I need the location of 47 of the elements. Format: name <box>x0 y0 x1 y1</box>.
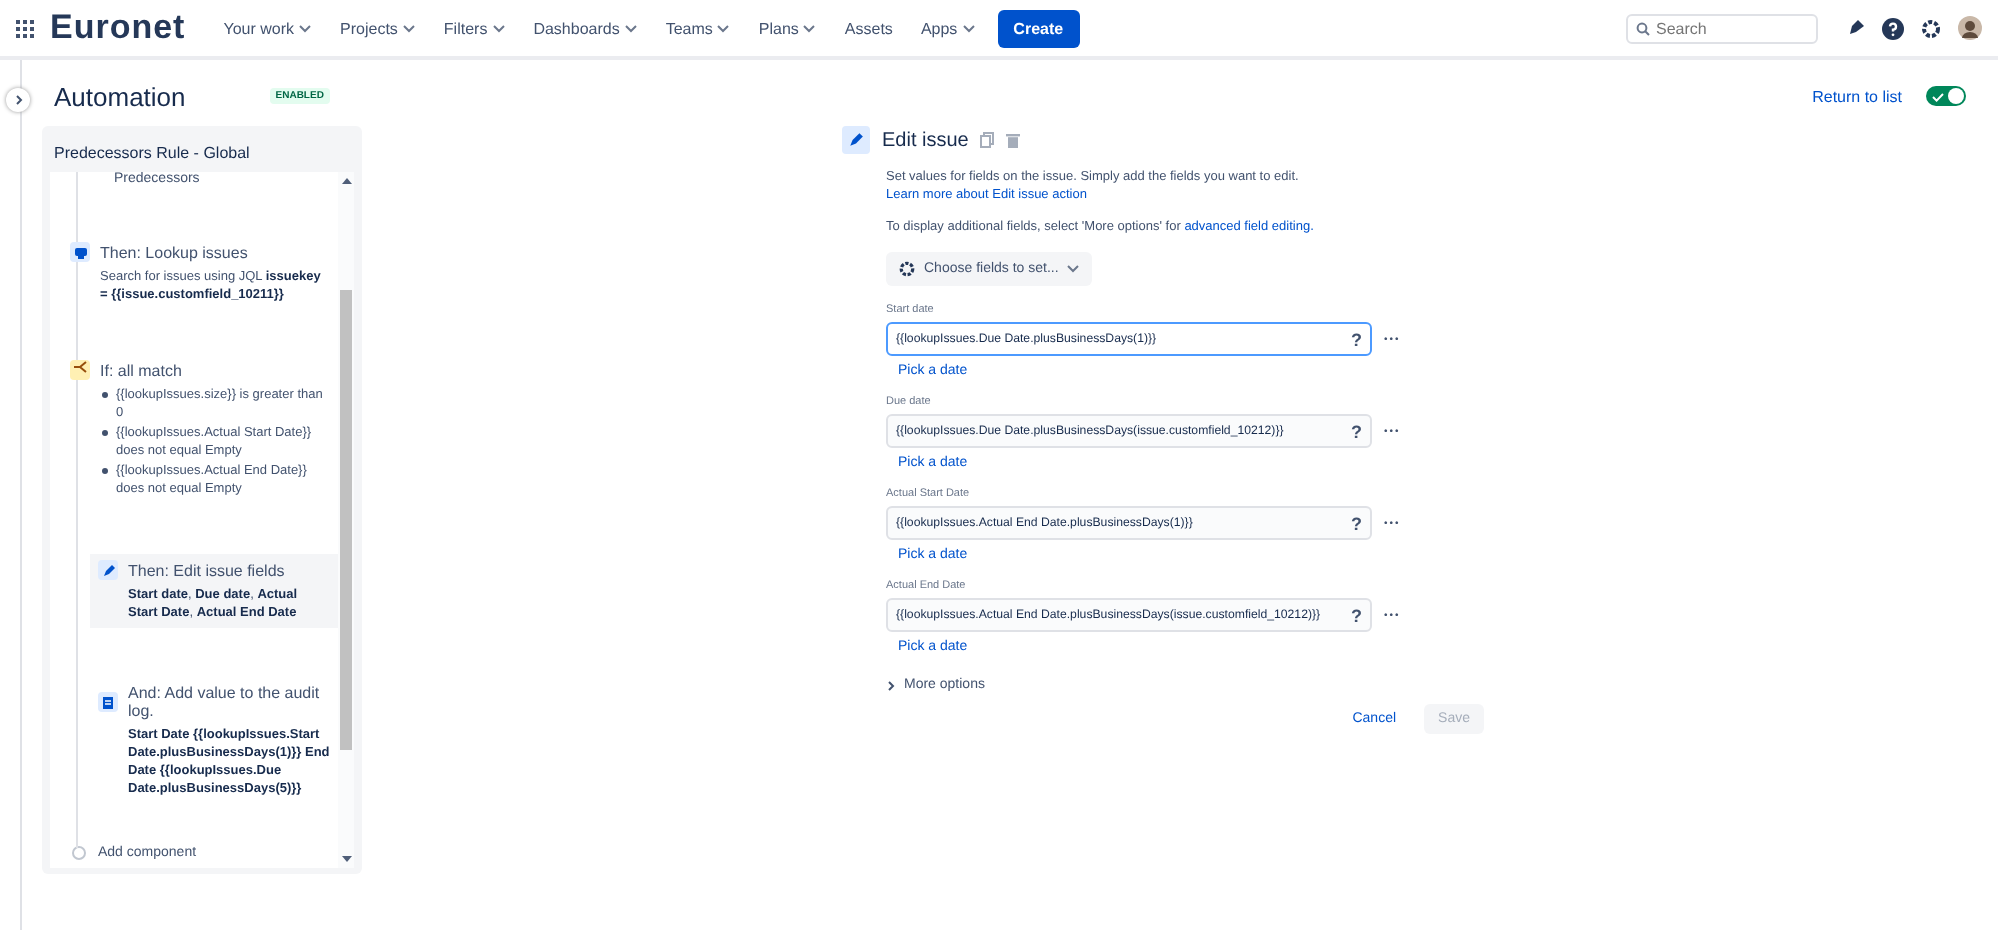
editor-title: Edit issue <box>882 129 969 151</box>
return-link[interactable]: Return to list <box>1812 87 1902 105</box>
component-heading: Then: Edit issue fields <box>128 561 285 579</box>
component-heading: And: Add value to the audit log. <box>128 684 322 720</box>
pencil-icon <box>842 126 870 154</box>
chevron-icon <box>886 679 896 691</box>
help-button[interactable]: ? <box>1351 329 1362 349</box>
branch-icon <box>70 360 90 380</box>
node-icon <box>72 846 86 860</box>
app-grid-icon[interactable] <box>16 19 34 37</box>
scroll-down-icon[interactable] <box>341 856 351 862</box>
settings-icon[interactable] <box>1920 17 1942 39</box>
bullet-icon <box>102 468 108 474</box>
bullet-icon <box>102 430 108 436</box>
enabled-toggle[interactable] <box>1926 86 1966 106</box>
scroll-up-icon[interactable] <box>341 178 351 184</box>
help-button[interactable]: ? <box>1351 421 1362 441</box>
pencil-icon <box>98 560 118 580</box>
nav-menu-item[interactable]: Assets <box>838 15 899 41</box>
page-title: Automation <box>54 81 186 111</box>
bullet-icon <box>102 392 108 398</box>
nav-menu-item[interactable]: Filters <box>437 15 512 41</box>
robot-icon <box>70 242 90 262</box>
settings-icon <box>898 260 916 278</box>
chevron-icon <box>13 94 23 106</box>
document-icon <box>98 692 118 712</box>
avatar[interactable] <box>1958 16 1982 40</box>
nav-menu-item[interactable]: Apps <box>914 15 982 41</box>
create-button[interactable]: Create <box>997 9 1080 47</box>
check-icon <box>1932 91 1944 101</box>
nav-menu-item[interactable]: Plans <box>752 15 823 41</box>
help-button[interactable]: ? <box>1351 513 1362 533</box>
search-field[interactable]: Search <box>1626 13 1818 43</box>
component-heading: Then: Lookup issues <box>100 243 248 261</box>
caret-icon <box>1066 264 1081 274</box>
help-icon[interactable] <box>1882 17 1904 39</box>
logo[interactable]: Euronet <box>50 8 186 48</box>
search-icon <box>1636 21 1650 35</box>
component-heading: If: all match <box>100 361 182 379</box>
nav-menu-item[interactable]: Dashboards <box>527 15 644 41</box>
nav-menu-item[interactable]: Your work <box>217 15 319 41</box>
expand-button[interactable] <box>6 88 30 112</box>
rule-title: Predecessors Rule - Global <box>52 142 252 166</box>
help-button[interactable]: ? <box>1351 605 1362 625</box>
nav-menu-item[interactable]: Teams <box>659 15 737 41</box>
scrollbar[interactable] <box>338 172 354 868</box>
nav-menu-item[interactable]: Projects <box>334 15 422 41</box>
